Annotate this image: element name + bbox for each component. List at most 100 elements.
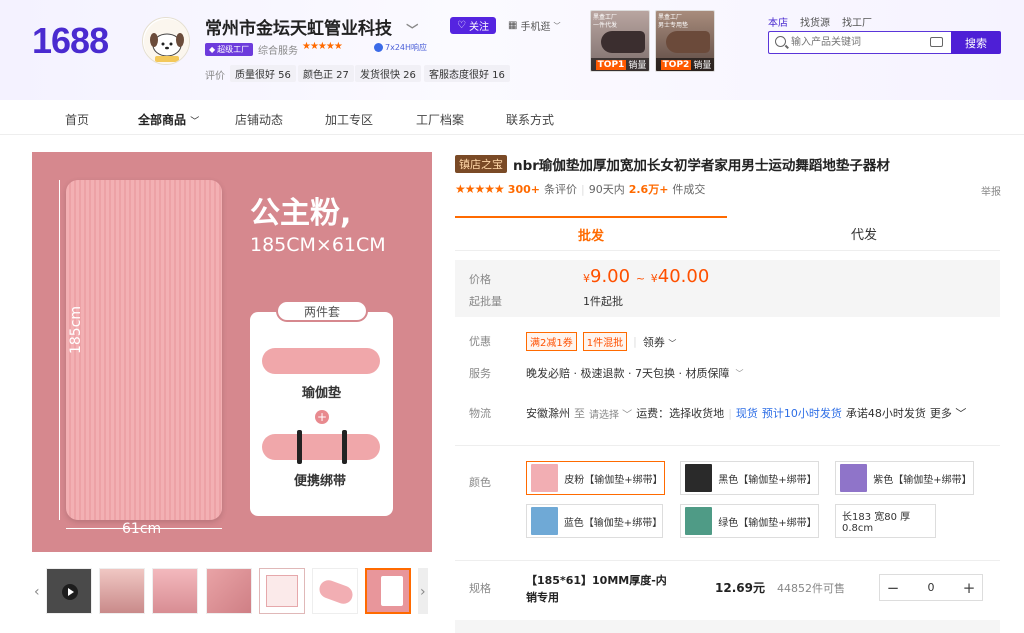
color-name: 蓝色【输伽垫+绑带】: [563, 517, 663, 529]
qrcode-icon: ▦: [508, 20, 518, 31]
color-option-purple[interactable]: 紫色【输伽垫+绑带】: [835, 461, 974, 495]
ship-eta: 预计10小时发货: [761, 407, 842, 420]
scope-find-source[interactable]: 找货源: [800, 14, 830, 29]
tab-dropship[interactable]: 代发: [728, 216, 1000, 250]
freight-info: 运费：选择收货地: [636, 407, 725, 420]
super-factory-badge: ◆ 超级工厂: [205, 43, 254, 56]
color-option-pink[interactable]: 皮粉【输伽垫+绑带】: [526, 461, 665, 495]
color-name: 黑色【输伽垫+绑带】: [718, 474, 817, 486]
nav-processing[interactable]: 加工专区: [325, 111, 373, 128]
dimension-vertical: 185cm: [68, 305, 85, 355]
set-item-mat: 瑜伽垫: [302, 386, 342, 401]
chevron-down-icon: ﹀: [668, 338, 677, 348]
coupon-tag[interactable]: 满2减1券: [526, 332, 577, 351]
nav-all-products[interactable]: 全部商品 ﹀: [138, 111, 199, 128]
site-logo[interactable]: 1688: [32, 20, 109, 62]
search-input[interactable]: [791, 34, 921, 51]
chevron-left-icon[interactable]: ‹: [34, 584, 40, 600]
color-option-black[interactable]: 黑色【输伽垫+绑带】: [680, 461, 819, 495]
nav-shop-news[interactable]: 店铺动态: [235, 111, 283, 128]
search-button[interactable]: 搜索: [951, 31, 1001, 54]
scope-find-factory[interactable]: 找工厂: [842, 14, 872, 29]
product-title: nbr瑜伽垫加厚加宽加长女初学者家用男士运动舞蹈地垫子器材: [513, 158, 890, 174]
nav-factory-profile[interactable]: 工厂档案: [416, 111, 464, 128]
rating-tag[interactable]: 颜色正 27: [298, 65, 354, 82]
minus-button[interactable]: −: [880, 575, 906, 600]
review-row: ★★★★★ 300+ 条评价 | 90天内 2.6万+ 件成交: [455, 182, 706, 196]
in-stock-tag: 现货: [735, 407, 758, 420]
scope-this-shop[interactable]: 本店: [768, 14, 788, 29]
service-row-label: 服务: [469, 367, 491, 380]
rating-tag[interactable]: 客服态度很好 16: [424, 65, 510, 82]
coupon-tag[interactable]: 1件混批: [582, 332, 628, 351]
logistics-label: 物流: [469, 407, 491, 420]
thumbnail[interactable]: [259, 568, 305, 614]
thumbnail[interactable]: [99, 568, 145, 614]
rolled-mat-image: [262, 348, 380, 374]
quantity-value[interactable]: 0: [906, 581, 956, 594]
rating-tag[interactable]: 发货很快 26: [355, 65, 421, 82]
nav-contact[interactable]: 联系方式: [506, 111, 554, 128]
sales-suffix: 件成交: [672, 183, 706, 196]
main-product-image[interactable]: 185cm 61cm 公主粉, 185CM×61CM 两件套 瑜伽垫 + 便携绑…: [32, 152, 432, 552]
service-row[interactable]: 晚发必赔 · 极速退款 · 7天包换 · 材质保障 ﹀: [526, 365, 743, 381]
mobile-browse-link[interactable]: ▦ 手机逛 ﹀: [508, 18, 560, 33]
shop-name[interactable]: 常州市金坛天虹管业科技 ﹀: [205, 14, 418, 39]
rating-label: 评价: [205, 71, 225, 82]
tab-wholesale[interactable]: 批发: [455, 216, 727, 250]
dimension-line-vertical: [59, 180, 60, 520]
promo-card-top1[interactable]: 黑盒工厂 一件代发 TOP1 销量: [590, 10, 650, 72]
set-tag: 两件套: [276, 300, 368, 322]
chevron-right-icon[interactable]: ›: [420, 584, 426, 600]
set-item-strap: 便携绑带: [294, 474, 347, 489]
thumbnail[interactable]: [312, 568, 358, 614]
shop-name-text: 常州市金坛天虹管业科技: [205, 19, 392, 39]
promo-image: [666, 31, 710, 53]
chevron-down-icon[interactable]: ﹀: [398, 23, 418, 37]
report-link[interactable]: 举报: [981, 183, 1001, 198]
image-title: 公主粉,: [250, 196, 352, 231]
more-logistics[interactable]: 更多 ﹀: [930, 405, 967, 421]
color-swatch: [685, 507, 713, 535]
search-scopes: 本店 找货源 找工厂: [768, 14, 872, 29]
review-suffix: 条评价: [543, 183, 577, 196]
response-badge: 7x24H响应: [374, 42, 427, 53]
thumbnail-selected[interactable]: [365, 568, 411, 614]
promo-image: [601, 31, 645, 53]
strap-image: [297, 430, 302, 464]
strap-mat-image: [262, 434, 380, 460]
thumbnail-video[interactable]: [46, 568, 92, 614]
review-count[interactable]: 300+: [508, 183, 540, 196]
logistics-row: 安徽滁州 至 请选择 ﹀ 运费：选择收货地 | 现货 预计10小时发货 承诺48…: [526, 405, 967, 421]
thumbnail[interactable]: [206, 568, 252, 614]
spec-stock: 44852件可售: [777, 582, 845, 595]
service-stars: ★★★★★: [302, 41, 343, 52]
destination-select[interactable]: 请选择 ﹀: [589, 406, 632, 421]
color-name: 紫色【输伽垫+绑带】: [873, 474, 972, 486]
discount-label: 优惠: [469, 335, 491, 348]
price-range: ¥9.00 ~ ¥40.00: [583, 266, 710, 287]
bottom-panel: [455, 620, 1000, 633]
moq-value: 1件起批: [583, 295, 623, 308]
promo-rank-tag: TOP1 销量: [591, 58, 649, 71]
shop-avatar[interactable]: [142, 17, 190, 65]
color-option-blue[interactable]: 蓝色【输伽垫+绑带】: [526, 504, 663, 538]
nav-home[interactable]: 首页: [65, 111, 89, 128]
rating-tag[interactable]: 质量很好 56: [230, 65, 296, 82]
chevron-down-icon: ﹀: [735, 368, 744, 378]
plus-button[interactable]: +: [956, 575, 982, 600]
claim-coupon-link[interactable]: 领券 ﹀: [643, 334, 677, 350]
follow-button[interactable]: ♡ 关注: [450, 17, 496, 34]
color-swatch: [531, 464, 559, 492]
size-option[interactable]: 长183 宽80 厚0.8cm: [835, 504, 936, 538]
thumbnail[interactable]: [152, 568, 198, 614]
promo-card-top2[interactable]: 黑盒工厂 男士专用垫 TOP2 销量: [655, 10, 715, 72]
color-option-green[interactable]: 绿色【输伽垫+绑带】: [680, 504, 819, 538]
service-label: 综合服务: [258, 46, 298, 57]
camera-icon[interactable]: [930, 37, 943, 47]
strap-image: [342, 430, 347, 464]
thumbnail-strip: ‹ ›: [32, 566, 432, 618]
yoga-mat-image: [66, 180, 222, 520]
color-label: 颜色: [469, 476, 491, 489]
spec-price: 12.69元: [715, 581, 765, 595]
